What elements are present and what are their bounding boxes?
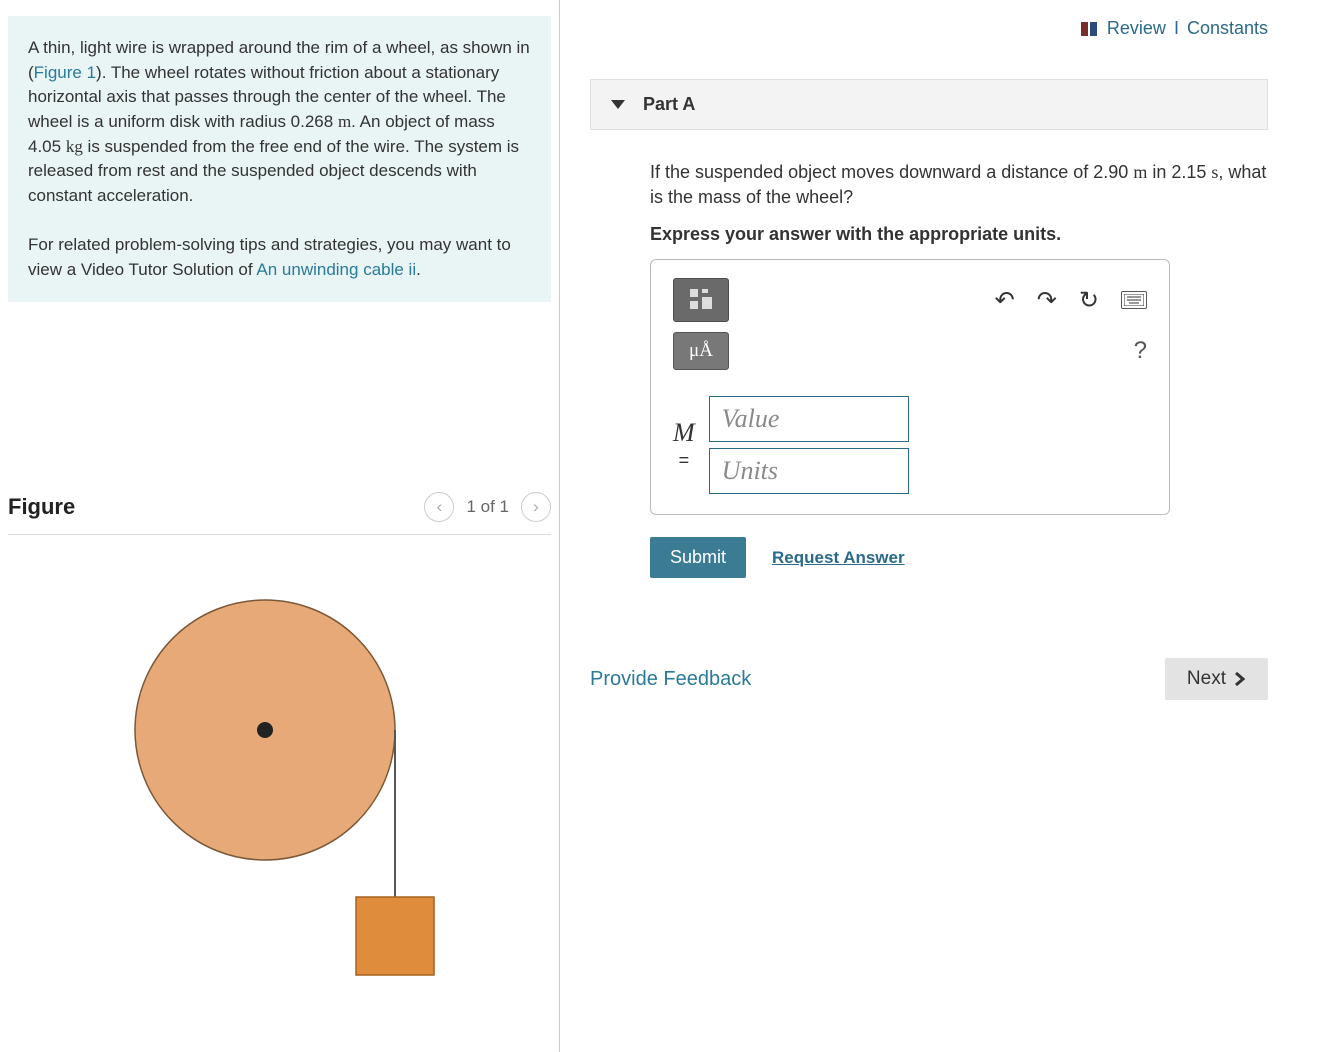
next-button[interactable]: Next	[1165, 658, 1268, 700]
problem-text: is suspended from the free end of the wi…	[28, 137, 519, 205]
input-row: M =	[673, 396, 1147, 494]
part-a-title: Part A	[643, 94, 695, 115]
answer-instruction: Express your answer with the appropriate…	[650, 224, 1268, 245]
help-button[interactable]: ?	[1134, 337, 1147, 365]
footer-row: Provide Feedback Next	[590, 658, 1268, 700]
variable-label: M	[673, 420, 695, 446]
redo-button[interactable]: ↷	[1037, 286, 1057, 315]
part-a-body: If the suspended object moves downward a…	[590, 130, 1268, 578]
book-icon	[1081, 21, 1099, 37]
q-text: in 2.15	[1147, 162, 1211, 182]
video-tutor-link[interactable]: An unwinding cable ii	[256, 260, 416, 279]
figure-canvas	[8, 565, 551, 995]
figure-title: Figure	[8, 494, 75, 520]
special-chars-button[interactable]: μÅ	[673, 332, 729, 370]
separator: I	[1174, 18, 1179, 39]
unit: m	[338, 112, 351, 131]
review-link[interactable]: Review	[1107, 18, 1166, 39]
constants-link[interactable]: Constants	[1187, 18, 1268, 39]
unit: m	[1133, 162, 1147, 182]
part-a-header[interactable]: Part A	[590, 79, 1268, 130]
keyboard-icon[interactable]	[1121, 291, 1147, 309]
right-panel: Review I Constants Part A If the suspend…	[560, 0, 1328, 1052]
left-panel: A thin, light wire is wrapped around the…	[0, 0, 560, 1052]
figure-diagram	[100, 565, 460, 995]
provide-feedback-link[interactable]: Provide Feedback	[590, 668, 751, 691]
answer-box: ↶ ↷ ↻ μÅ ? M =	[650, 259, 1170, 515]
request-answer-link[interactable]: Request Answer	[772, 548, 905, 568]
submit-button[interactable]: Submit	[650, 537, 746, 578]
units-input[interactable]	[709, 448, 909, 494]
question-text: If the suspended object moves downward a…	[650, 160, 1268, 210]
submit-row: Submit Request Answer	[650, 537, 1268, 578]
figure-next-button[interactable]: ›	[521, 492, 551, 522]
figure-prev-button[interactable]: ‹	[424, 492, 454, 522]
figure-link[interactable]: Figure 1	[34, 63, 96, 82]
figure-counter: 1 of 1	[466, 497, 509, 517]
chevron-right-icon	[1234, 672, 1246, 686]
undo-button[interactable]: ↶	[995, 286, 1015, 315]
reset-button[interactable]: ↻	[1079, 286, 1099, 315]
figure-nav: ‹ 1 of 1 ›	[424, 492, 551, 522]
equals-label: =	[673, 450, 695, 471]
problem-statement: A thin, light wire is wrapped around the…	[8, 16, 551, 302]
next-label: Next	[1187, 668, 1226, 690]
unit: kg	[66, 137, 83, 156]
figure-header: Figure ‹ 1 of 1 ›	[8, 492, 551, 535]
q-text: If the suspended object moves downward a…	[650, 162, 1133, 182]
caret-down-icon	[611, 100, 625, 109]
value-input[interactable]	[709, 396, 909, 442]
templates-button[interactable]	[673, 278, 729, 322]
answer-toolbar: ↶ ↷ ↻	[673, 278, 1147, 322]
hint-text: .	[416, 260, 421, 279]
top-links: Review I Constants	[590, 8, 1268, 79]
